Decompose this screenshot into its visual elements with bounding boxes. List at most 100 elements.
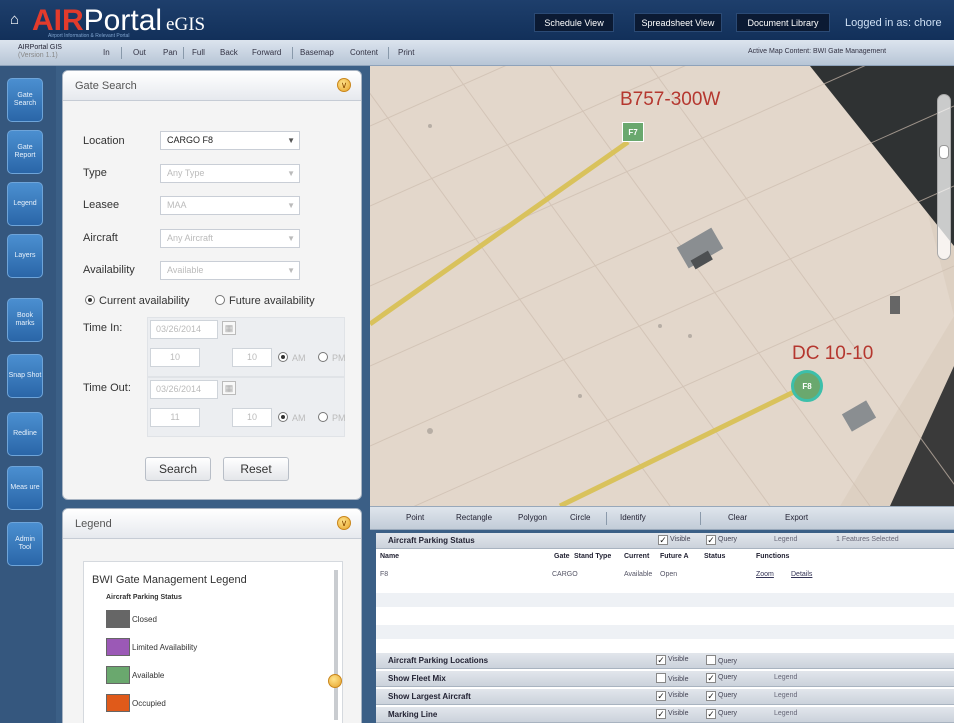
back-button[interactable]: Back: [220, 48, 238, 57]
polygon-tool[interactable]: Polygon: [518, 513, 547, 522]
location-select[interactable]: CARGO F8 ▼: [160, 131, 300, 150]
nav-snapshot[interactable]: Snap Shot: [7, 354, 43, 398]
future-availability-radio[interactable]: Future availability: [215, 295, 315, 307]
leasee-select[interactable]: MAA ▼: [160, 196, 300, 215]
visible-checkbox[interactable]: ✓ Visible: [656, 655, 689, 665]
visible-checkbox[interactable]: ✓ Visible: [656, 691, 689, 701]
time-out-hour-input[interactable]: 11: [150, 408, 200, 427]
column-header[interactable]: Gate: [554, 553, 570, 560]
gate-marker-f8-selected[interactable]: F8: [791, 370, 823, 402]
point-tool[interactable]: Point: [406, 513, 424, 522]
legend-link[interactable]: Legend: [774, 710, 797, 717]
print-button[interactable]: Print: [398, 48, 414, 57]
tools-divider: [700, 512, 701, 525]
time-in-minute-input[interactable]: 10: [232, 348, 272, 367]
type-select[interactable]: Any Type ▼: [160, 164, 300, 183]
reset-button[interactable]: Reset: [223, 457, 289, 481]
full-extent-button[interactable]: Full: [192, 48, 205, 57]
map-toolbar: AIRPortal GIS (Version 1.1) In Out Pan F…: [0, 40, 954, 66]
collapse-icon[interactable]: ∨: [337, 78, 351, 92]
time-in-hour-input[interactable]: 10: [150, 348, 200, 367]
nav-legend[interactable]: Legend: [7, 182, 43, 226]
content-button[interactable]: Content: [350, 48, 378, 57]
column-header[interactable]: Stand Type: [574, 553, 611, 560]
clear-button[interactable]: Clear: [728, 513, 747, 522]
details-link[interactable]: Details: [791, 571, 812, 578]
visible-checkbox[interactable]: ✓ Visible: [656, 709, 689, 719]
time-out-label: Time Out:: [83, 382, 131, 394]
zoom-link[interactable]: Zoom: [756, 571, 774, 578]
visible-checkbox[interactable]: Visible: [656, 673, 689, 683]
logo-egis: eGIS: [166, 14, 206, 35]
zoom-in-button[interactable]: In: [103, 48, 110, 57]
chevron-down-icon: ▼: [287, 201, 295, 210]
zoom-out-button[interactable]: Out: [133, 48, 146, 57]
nav-layers[interactable]: Layers: [7, 234, 43, 278]
collapse-icon[interactable]: ∨: [337, 516, 351, 530]
zoom-slider-handle[interactable]: [939, 145, 949, 159]
query-checkbox[interactable]: ✓ Query: [706, 691, 737, 701]
aircraft-select[interactable]: Any Aircraft ▼: [160, 229, 300, 248]
current-availability-radio[interactable]: Current availability: [85, 295, 189, 307]
column-header[interactable]: Future A: [660, 553, 689, 560]
query-checkbox[interactable]: ✓ Query: [706, 709, 737, 719]
query-checkbox[interactable]: ✓ Query: [706, 535, 737, 545]
schedule-view-button[interactable]: Schedule View: [534, 13, 614, 32]
identify-tool[interactable]: Identify: [620, 513, 646, 522]
layer-title: Show Largest Aircraft: [388, 692, 471, 701]
document-library-button[interactable]: Document Library: [736, 13, 830, 32]
legend-link[interactable]: Legend: [774, 674, 797, 681]
legend-scrollbar[interactable]: [334, 570, 338, 720]
nav-gate-search[interactable]: Gate Search: [7, 78, 43, 122]
visible-checkbox[interactable]: ✓ Visible: [658, 535, 691, 545]
nav-bookmarks[interactable]: Book marks: [7, 298, 43, 342]
time-out-pm-radio[interactable]: PM: [318, 412, 346, 423]
layer-title: Marking Line: [388, 710, 438, 719]
nav-measure[interactable]: Meas ure: [7, 466, 43, 510]
basemap-button[interactable]: Basemap: [300, 48, 334, 57]
legend-content: BWI Gate Management Legend Aircraft Park…: [83, 561, 343, 723]
layer-row: Show Largest Aircraft ✓ Visible ✓ Query Le…: [376, 689, 954, 705]
empty-row: [376, 593, 954, 607]
nav-redline[interactable]: Redline: [7, 412, 43, 456]
chevron-down-icon: ▼: [287, 169, 295, 178]
spreadsheet-view-button[interactable]: Spreadsheet View: [634, 13, 722, 32]
time-out-date-input[interactable]: 03/26/2014: [150, 380, 218, 399]
parking-status-header: Aircraft Parking Status ✓ Visible ✓ Query …: [376, 533, 954, 549]
time-in-am-radio[interactable]: AM: [278, 352, 306, 363]
time-out-am-radio[interactable]: AM: [278, 412, 306, 423]
rectangle-tool[interactable]: Rectangle: [456, 513, 492, 522]
home-icon[interactable]: ⌂: [10, 11, 28, 29]
query-checkbox[interactable]: ✓ Query: [706, 673, 737, 683]
legend-link[interactable]: Legend: [774, 536, 797, 543]
column-header[interactable]: Functions: [756, 553, 789, 560]
circle-tool[interactable]: Circle: [570, 513, 590, 522]
checkmark-icon: ✓: [656, 709, 666, 719]
map-view[interactable]: B757-300W DC 10-10 F7 F8: [370, 66, 954, 506]
query-checkbox[interactable]: Query: [706, 655, 737, 665]
calendar-icon[interactable]: ▦: [222, 381, 236, 395]
layer-row: Marking Line ✓ Visible ✓ Query Legend: [376, 707, 954, 723]
time-in-date-input[interactable]: 03/26/2014: [150, 320, 218, 339]
time-in-pm-radio[interactable]: PM: [318, 352, 346, 363]
gate-marker-f7[interactable]: F7: [622, 122, 644, 142]
pan-button[interactable]: Pan: [163, 48, 177, 57]
export-button[interactable]: Export: [785, 513, 808, 522]
availability-select[interactable]: Available ▼: [160, 261, 300, 280]
forward-button[interactable]: Forward: [252, 48, 281, 57]
aircraft-label: Aircraft: [83, 232, 118, 244]
search-button[interactable]: Search: [145, 457, 211, 481]
calendar-icon[interactable]: ▦: [222, 321, 236, 335]
nav-gate-report[interactable]: Gate Report: [7, 130, 43, 174]
time-out-minute-input[interactable]: 10: [232, 408, 272, 427]
column-header[interactable]: Name: [380, 553, 399, 560]
column-header[interactable]: Current: [624, 553, 649, 560]
legend-link[interactable]: Legend: [774, 692, 797, 699]
column-header[interactable]: Status: [704, 553, 725, 560]
zoom-slider[interactable]: [937, 94, 951, 260]
legend-scroll-thumb[interactable]: [328, 674, 342, 688]
checkmark-icon: ✓: [658, 535, 668, 545]
nav-admin-tool[interactable]: Admin Tool: [7, 522, 43, 566]
legend-swatch: [106, 610, 130, 628]
toolbar-divider: [292, 47, 293, 59]
